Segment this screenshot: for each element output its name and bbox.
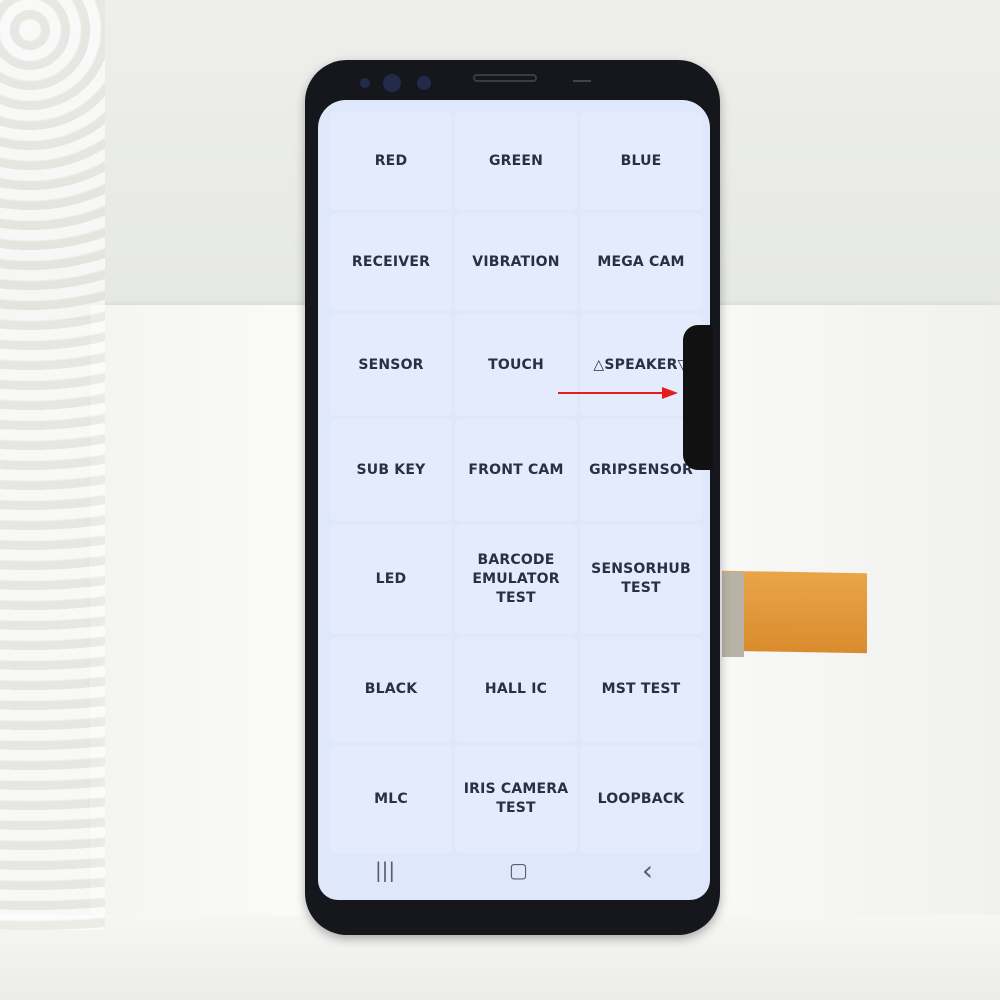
iris-camera-icon <box>383 74 401 92</box>
bubble-wrap <box>0 0 105 930</box>
recents-button[interactable]: ||| <box>375 858 395 882</box>
menu-item-mlc[interactable]: MLC <box>330 745 452 853</box>
menu-item-touch[interactable]: TOUCH <box>455 314 577 416</box>
menu-item-hall-ic[interactable]: HALL IC <box>455 637 577 742</box>
navigation-bar: ||| ▢ ‹ <box>318 840 710 900</box>
menu-item-iris-camera-test[interactable]: IRIS CAMERA TEST <box>455 745 577 853</box>
phone: RED GREEN BLUE RECEIVER VIBRATION MEGA CAM SEN… <box>305 60 720 935</box>
test-menu-grid: RED GREEN BLUE RECEIVER VIBRATION MEGA CAM SEN… <box>330 112 702 853</box>
proximity-sensor <box>573 80 591 82</box>
annotation-arrow-head-icon <box>662 387 678 399</box>
menu-item-loopback[interactable]: LOOPBACK <box>580 745 702 853</box>
menu-item-mst-test[interactable]: MST TEST <box>580 637 702 742</box>
back-button[interactable]: ‹ <box>642 854 653 887</box>
home-button[interactable]: ▢ <box>509 858 528 882</box>
screen: RED GREEN BLUE RECEIVER VIBRATION MEGA CAM SEN… <box>318 100 710 900</box>
earpiece-grill <box>473 74 537 82</box>
menu-item-receiver[interactable]: RECEIVER <box>330 213 452 311</box>
menu-item-sensorhub-test[interactable]: SENSORHUB TEST <box>580 524 702 634</box>
front-camera-icon <box>417 76 431 90</box>
menu-item-red[interactable]: RED <box>330 112 452 210</box>
menu-item-sub-key[interactable]: SUB KEY <box>330 419 452 521</box>
menu-item-blue[interactable]: BLUE <box>580 112 702 210</box>
menu-item-mega-cam[interactable]: MEGA CAM <box>580 213 702 311</box>
sensor-icon <box>360 78 370 88</box>
flex-connector <box>722 572 744 657</box>
menu-item-barcode-emulator-test[interactable]: BARCODE EMULATOR TEST <box>455 524 577 634</box>
menu-item-vibration[interactable]: VIBRATION <box>455 213 577 311</box>
menu-item-front-cam[interactable]: FRONT CAM <box>455 419 577 521</box>
menu-item-led[interactable]: LED <box>330 524 452 634</box>
menu-item-sensor[interactable]: SENSOR <box>330 314 452 416</box>
screen-damage-notch <box>683 325 713 470</box>
menu-item-green[interactable]: GREEN <box>455 112 577 210</box>
annotation-arrow-line <box>558 392 666 394</box>
menu-item-black[interactable]: BLACK <box>330 637 452 742</box>
